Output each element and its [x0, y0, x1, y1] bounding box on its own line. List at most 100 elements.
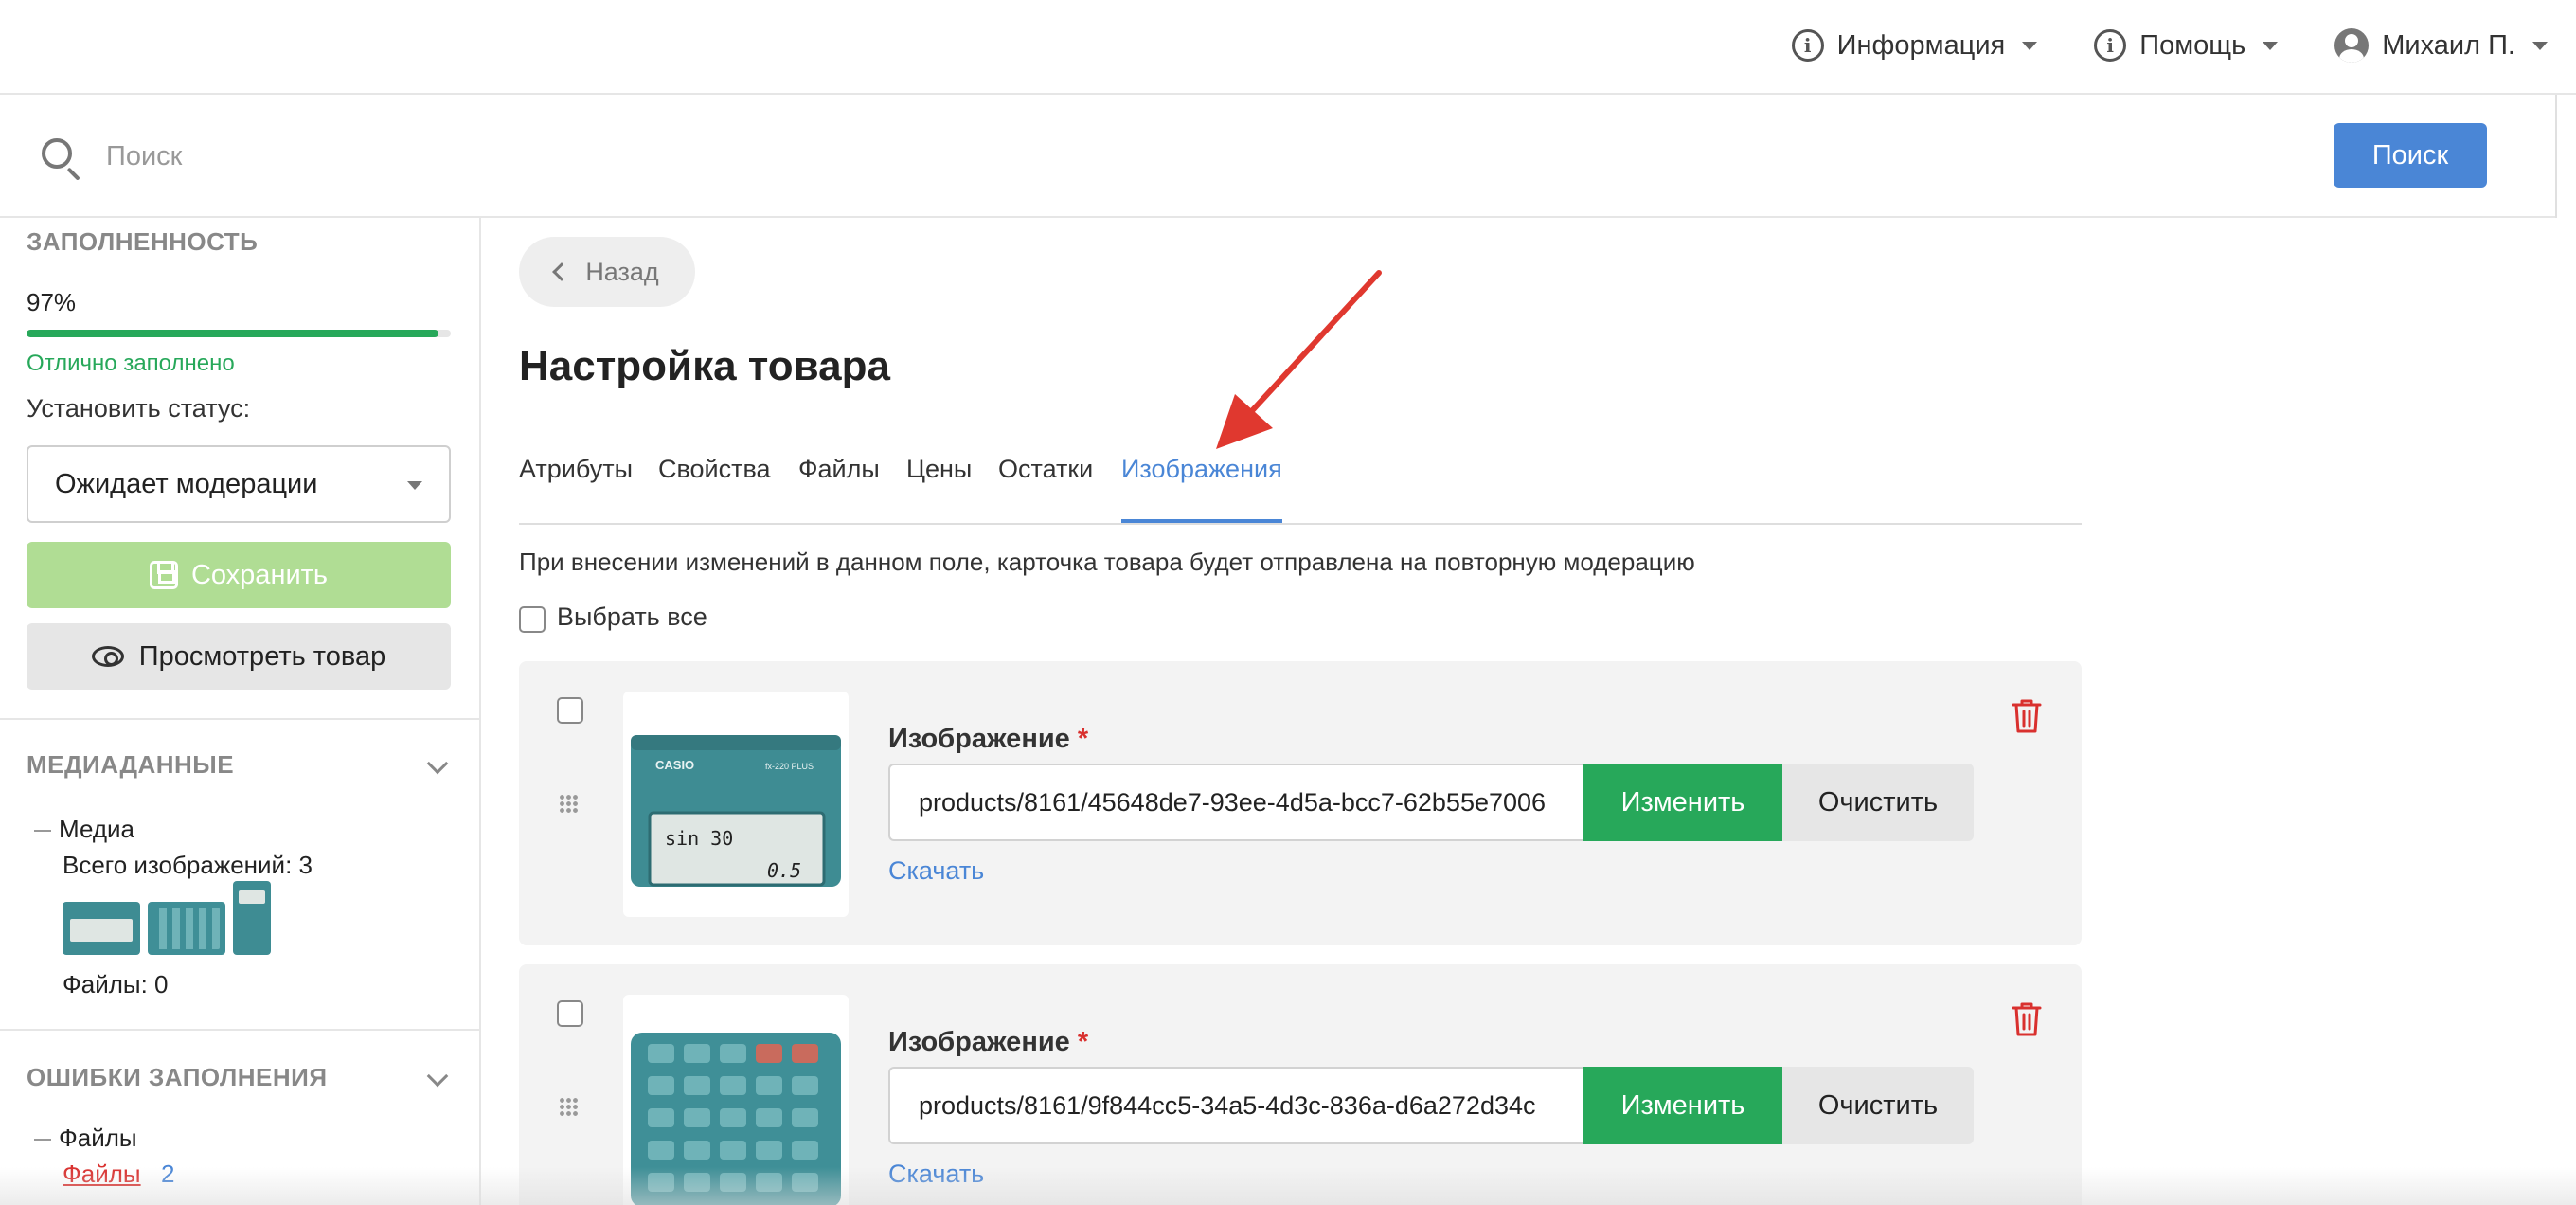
- nav-help-label: Помощь: [2139, 29, 2246, 61]
- caret-down-icon: [2263, 41, 2279, 50]
- image-field-label: Изображение *: [888, 724, 1088, 755]
- sidebar: ЗАПОЛНЕННОСТЬ 97% Отлично заполнено Уста…: [0, 218, 481, 1205]
- back-button-label: Назад: [585, 257, 659, 286]
- images-total: Всего изображений: 3: [63, 851, 313, 879]
- tab-attributes[interactable]: Атрибуты: [519, 455, 633, 523]
- media-section-title[interactable]: МЕДИАДАННЫЕ: [27, 750, 234, 780]
- status-select-value: Ожидает модерации: [55, 468, 318, 499]
- completeness-title: ЗАПОЛНЕННОСТЬ: [27, 227, 259, 256]
- calc-screen-top: sin 30: [665, 827, 733, 850]
- chevron-down-icon[interactable]: [426, 1065, 449, 1088]
- errors-files-count: 2: [161, 1160, 175, 1188]
- trash-icon[interactable]: [2010, 1000, 2044, 1038]
- info-icon: i: [2094, 29, 2127, 62]
- select-all-label: Выбрать все: [557, 602, 707, 631]
- tab-files[interactable]: Файлы: [798, 455, 880, 523]
- view-product-label: Просмотреть товар: [138, 640, 386, 672]
- drag-handle-icon[interactable]: [559, 1097, 580, 1118]
- image-preview: CASIO fx-220 PLUS sin 30 0.5: [623, 692, 849, 917]
- save-button[interactable]: Сохранить: [27, 542, 451, 608]
- media-thumbnails: [63, 881, 271, 955]
- sidebar-divider: [0, 1029, 479, 1031]
- image-path-field[interactable]: products/8161/9f844cc5-34a5-4d3c-836a-d6…: [888, 1067, 1583, 1144]
- image-preview: [623, 995, 849, 1205]
- image-field-label: Изображение *: [888, 1027, 1088, 1058]
- nav-user-label: Михаил П.: [2382, 29, 2515, 61]
- image-checkbox[interactable]: [557, 697, 583, 724]
- image-path-field[interactable]: products/8161/45648de7-93ee-4d5a-bcc7-62…: [888, 764, 1583, 841]
- search-bar: Поиск: [0, 95, 2557, 218]
- image-field-label-text: Изображение: [888, 1027, 1070, 1057]
- nav-help[interactable]: i Помощь: [2094, 29, 2279, 62]
- download-link[interactable]: Скачать: [888, 1160, 984, 1189]
- required-marker: *: [1077, 1027, 1089, 1057]
- top-nav: i Информация i Помощь Михаил П.: [1791, 28, 2548, 63]
- image-field-label-text: Изображение: [888, 724, 1070, 754]
- errors-files-link[interactable]: Файлы: [63, 1160, 141, 1189]
- errors-group-label: Файлы: [59, 1124, 137, 1152]
- media-group-label: Медиа: [59, 815, 134, 843]
- search-input[interactable]: [106, 133, 1621, 180]
- thumbnail-image[interactable]: [233, 881, 271, 955]
- thumbnail-image[interactable]: [63, 902, 140, 955]
- nav-info[interactable]: i Информация: [1791, 29, 2038, 62]
- calculator-keypad-image: [631, 1033, 841, 1205]
- eye-icon: [91, 646, 124, 667]
- tab-properties[interactable]: Свойства: [658, 455, 771, 523]
- calc-screen-result: 0.5: [767, 859, 801, 882]
- image-path-value: products/8161/9f844cc5-34a5-4d3c-836a-d6…: [919, 1090, 1536, 1120]
- thumbnail-image[interactable]: [148, 902, 225, 955]
- chevron-down-icon[interactable]: [426, 752, 449, 775]
- completeness-status: Отлично заполнено: [27, 351, 235, 376]
- image-card: Изображение * products/8161/9f844cc5-34a…: [519, 964, 2082, 1205]
- calculator-image: CASIO fx-220 PLUS sin 30 0.5: [631, 735, 841, 892]
- tab-bar: Атрибуты Свойства Файлы Цены Остатки Изо…: [519, 445, 2082, 525]
- media-group: Медиа: [34, 815, 134, 844]
- select-all-checkbox[interactable]: [519, 606, 546, 633]
- page-title: Настройка товара: [519, 343, 890, 389]
- change-image-button[interactable]: Изменить: [1583, 764, 1782, 841]
- chevron-left-icon: [552, 262, 572, 281]
- image-card: CASIO fx-220 PLUS sin 30 0.5 Изображение…: [519, 661, 2082, 945]
- scrollbar-track: [2555, 95, 2557, 218]
- caret-down-icon: [407, 481, 422, 490]
- tab-prices[interactable]: Цены: [906, 455, 972, 523]
- tab-stock[interactable]: Остатки: [998, 455, 1093, 523]
- tab-images[interactable]: Изображения: [1121, 455, 1282, 523]
- change-image-button[interactable]: Изменить: [1583, 1067, 1782, 1144]
- save-button-label: Сохранить: [190, 559, 329, 590]
- set-status-label: Установить статус:: [27, 394, 251, 423]
- required-marker: *: [1077, 724, 1089, 754]
- search-button[interactable]: Поиск: [2334, 123, 2487, 188]
- calc-model: fx-220 PLUS: [765, 762, 814, 771]
- errors-group: Файлы: [34, 1124, 137, 1153]
- tree-dash: [34, 830, 51, 833]
- image-checkbox[interactable]: [557, 1000, 583, 1027]
- user-icon: [2334, 28, 2370, 63]
- nav-info-label: Информация: [1836, 29, 2006, 61]
- search-icon: [42, 138, 72, 169]
- nav-user[interactable]: Михаил П.: [2334, 28, 2548, 63]
- completeness-percent: 97%: [27, 288, 77, 316]
- clear-image-button[interactable]: Очистить: [1782, 1067, 1974, 1144]
- status-select[interactable]: Ожидает модерации: [27, 445, 451, 523]
- back-button[interactable]: Назад: [519, 237, 695, 307]
- caret-down-icon: [2532, 41, 2548, 50]
- trash-icon[interactable]: [2010, 697, 2044, 735]
- save-icon: [149, 561, 178, 589]
- files-count: Файлы: 0: [63, 970, 169, 998]
- sidebar-divider: [0, 718, 479, 720]
- top-bar: i Информация i Помощь Михаил П.: [0, 0, 2576, 95]
- download-link[interactable]: Скачать: [888, 856, 984, 886]
- completeness-progress: [27, 330, 451, 337]
- view-product-button[interactable]: Просмотреть товар: [27, 623, 451, 690]
- errors-section-title[interactable]: ОШИБКИ ЗАПОЛНЕНИЯ: [27, 1063, 328, 1092]
- calc-brand: CASIO: [655, 758, 694, 772]
- caret-down-icon: [2022, 41, 2038, 50]
- image-path-value: products/8161/45648de7-93ee-4d5a-bcc7-62…: [919, 787, 1547, 817]
- completeness-progress-fill: [27, 330, 438, 337]
- info-icon: i: [1791, 29, 1824, 62]
- clear-image-button[interactable]: Очистить: [1782, 764, 1974, 841]
- drag-handle-icon[interactable]: [559, 794, 580, 815]
- moderation-notice: При внесении изменений в данном поле, ка…: [519, 548, 1695, 576]
